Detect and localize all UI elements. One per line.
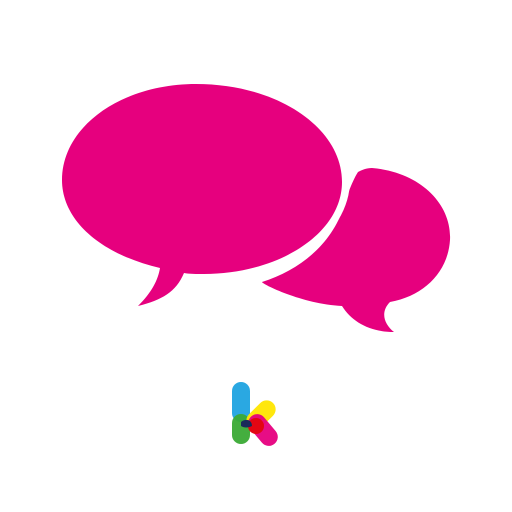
app-icon-canvas (0, 0, 512, 512)
k-logo-icon (232, 382, 278, 446)
